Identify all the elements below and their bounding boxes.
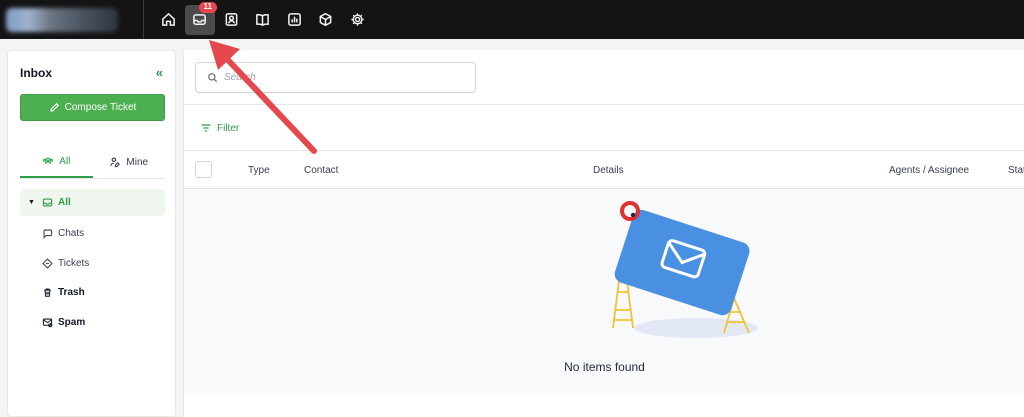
box-icon (319, 12, 332, 27)
sidebar-item-chats[interactable]: Chats (20, 219, 165, 249)
top-navbar: 11 (0, 0, 1024, 39)
compose-ticket-button[interactable]: Compose Ticket (20, 94, 165, 121)
table-header: Type Contact Details Agents / Assignee S… (184, 150, 1024, 189)
sidebar-item-label: Chats (58, 228, 85, 240)
compose-ticket-label: Compose Ticket (64, 102, 137, 113)
sidebar-item-all[interactable]: ▼ All (20, 189, 165, 216)
filter-icon (201, 124, 211, 132)
empty-state: No items found (184, 190, 1024, 395)
ticket-icon (42, 258, 53, 269)
group-icon (43, 157, 54, 165)
sidebar-item-trash[interactable]: Trash (20, 278, 165, 308)
blurred-logo (6, 7, 118, 32)
sidebar-title: Inbox (20, 66, 52, 80)
inbox-sidebar: Inbox « Compose Ticket All Mine ▼ All Ch… (7, 50, 176, 417)
search-icon (208, 73, 218, 83)
spam-icon (42, 318, 53, 328)
column-header-details[interactable]: Details (593, 165, 624, 176)
reports-icon (287, 13, 301, 26)
reports-nav-button[interactable] (279, 5, 309, 35)
sidebar-item-spam[interactable]: Spam (20, 308, 165, 338)
column-header-agents[interactable]: Agents / Assignee (889, 165, 969, 176)
sidebar-item-label: Spam (58, 316, 86, 328)
search-box[interactable] (195, 62, 476, 93)
settings-nav-button[interactable] (342, 5, 372, 35)
sidebar-item-tickets[interactable]: Tickets (20, 249, 165, 279)
home-nav-button[interactable] (153, 5, 183, 35)
gear-icon (350, 13, 364, 26)
column-header-status[interactable]: Stat (1008, 165, 1024, 176)
inbox-nav-button[interactable]: 11 (184, 1, 217, 35)
no-items-message: No items found (564, 360, 645, 374)
tab-all-label: All (59, 155, 71, 167)
sidebar-tabs: All Mine (20, 146, 165, 179)
filter-button[interactable]: Filter (200, 122, 239, 134)
caret-down-icon[interactable]: ▼ (28, 199, 35, 206)
column-header-type[interactable]: Type (248, 165, 270, 176)
contacts-icon (225, 13, 237, 26)
tab-mine-label: Mine (126, 156, 149, 168)
nav-icons: 11 (153, 1, 374, 35)
trash-icon (44, 288, 51, 298)
sidebar-menu: ▼ All Chats Tickets Trash Spam (20, 189, 165, 337)
brand-logo[interactable] (0, 0, 144, 39)
home-icon (161, 12, 175, 26)
ticket-list-panel: Filter Type Contact Details Agents / Ass… (183, 50, 1024, 417)
tab-mine[interactable]: Mine (93, 146, 166, 178)
filter-label: Filter (217, 122, 240, 134)
user-edit-icon (110, 157, 121, 168)
tab-all[interactable]: All (20, 146, 93, 178)
book-icon (256, 13, 269, 27)
inbox-icon (42, 198, 53, 207)
search-input[interactable] (224, 72, 454, 83)
chat-icon (43, 229, 53, 240)
knowledge-base-nav-button[interactable] (248, 5, 278, 35)
inbox-count-badge: 11 (198, 1, 217, 13)
contacts-nav-button[interactable] (216, 5, 246, 35)
select-all-checkbox[interactable] (195, 161, 212, 178)
sidebar-item-label: All (58, 197, 71, 208)
divider (184, 104, 1024, 105)
collapse-sidebar-icon[interactable]: « (156, 65, 163, 80)
inbox-icon (193, 14, 206, 25)
sidebar-item-label: Trash (58, 287, 85, 299)
integrations-nav-button[interactable] (311, 5, 341, 35)
column-header-contact[interactable]: Contact (304, 165, 338, 176)
pencil-icon (50, 102, 59, 112)
empty-mail-illustration (612, 201, 758, 338)
sidebar-item-label: Tickets (58, 257, 90, 269)
